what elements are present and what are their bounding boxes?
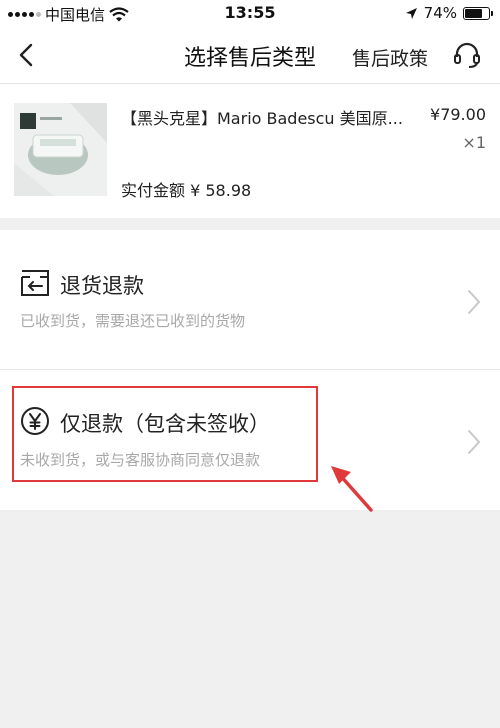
chevron-right-icon bbox=[468, 430, 481, 454]
customer-service-headset-icon[interactable] bbox=[452, 40, 482, 70]
product-name: 【黑头克星】Mario Badescu 美国原... bbox=[121, 109, 403, 128]
status-bar: 中国电信 13:55 74% bbox=[0, 0, 500, 26]
paid-label: 实付金额 bbox=[121, 181, 186, 200]
product-image bbox=[14, 103, 107, 196]
header-area: 中国电信 13:55 74% 选择售后类型 售后政策 【黑头克星】Mario B… bbox=[0, 0, 500, 218]
option-return-and-refund[interactable]: 退货退款 已收到货，需要退还已收到的货物 bbox=[0, 230, 500, 370]
battery-percent: 74% bbox=[423, 4, 457, 22]
option-description: 未收到货，或与客服协商同意仅退款 bbox=[20, 451, 261, 469]
product-quantity: ×1 bbox=[462, 133, 486, 152]
yen-circle-icon bbox=[21, 407, 49, 435]
status-right: 74% bbox=[405, 4, 493, 22]
paid-amount: 实付金额 ¥ 58.98 bbox=[121, 177, 251, 201]
chevron-right-icon bbox=[468, 290, 481, 314]
product-card: 【黑头克星】Mario Badescu 美国原... ¥79.00 ×1 实付金… bbox=[0, 85, 500, 218]
annotation-arrow-icon bbox=[331, 466, 373, 512]
option-title: 退货退款 bbox=[60, 274, 144, 298]
after-sales-options: 退货退款 已收到货，需要退还已收到的货物 仅退款（包含未签收） 未收到货，或与客… bbox=[0, 230, 500, 510]
battery-icon bbox=[463, 6, 493, 20]
nav-bar: 选择售后类型 售后政策 bbox=[0, 26, 500, 84]
location-arrow-icon bbox=[405, 7, 417, 19]
option-title: 仅退款（包含未签收） bbox=[60, 412, 270, 436]
after-sales-policy-link[interactable]: 售后政策 bbox=[352, 44, 428, 71]
paid-value: ¥ 58.98 bbox=[190, 181, 252, 200]
option-refund-only[interactable]: 仅退款（包含未签收） 未收到货，或与客服协商同意仅退款 bbox=[0, 370, 500, 510]
option-description: 已收到货，需要退还已收到的货物 bbox=[20, 312, 246, 330]
return-box-icon bbox=[21, 270, 49, 296]
product-price: ¥79.00 bbox=[430, 105, 486, 124]
